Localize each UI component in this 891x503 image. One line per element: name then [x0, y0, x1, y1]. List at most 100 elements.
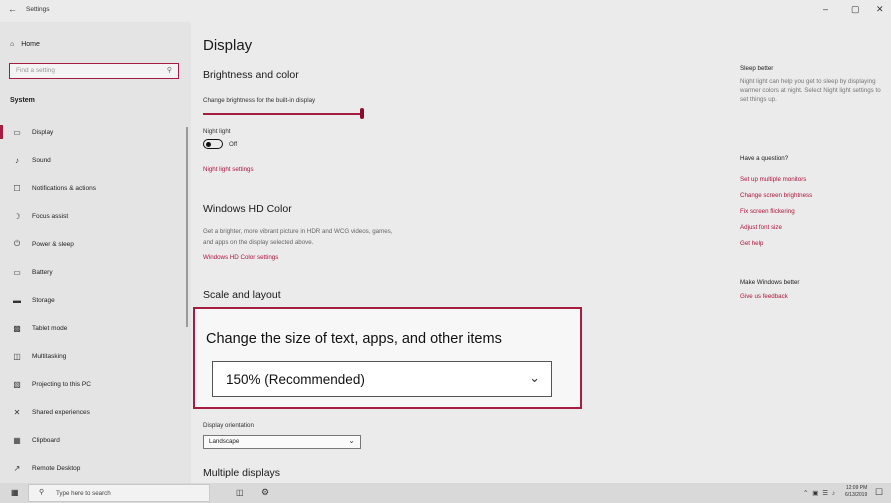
hd-color-settings-link[interactable]: Windows HD Color settings: [203, 254, 278, 261]
hd-color-desc-1: Get a brighter, more vibrant picture in …: [203, 228, 393, 235]
home-icon: ⌂: [10, 41, 15, 48]
hd-color-heading: Windows HD Color: [203, 203, 292, 215]
window-title: Settings: [26, 6, 50, 13]
gear-icon[interactable]: ⚙: [261, 487, 269, 498]
remote-icon: ↗: [13, 463, 21, 473]
notification-center-icon[interactable]: ☐: [875, 487, 883, 498]
sidebar-item-power-sleep[interactable]: ⏻ Power & sleep: [0, 230, 191, 258]
taskbar-search-box[interactable]: ⚲ Type here to search: [28, 484, 210, 502]
orientation-dropdown-value: Landscape: [209, 438, 240, 445]
chevron-down-icon: ⌄: [529, 370, 540, 385]
notification-icon: ☐: [13, 183, 21, 193]
close-button[interactable]: ✕: [876, 4, 884, 15]
sidebar-item-label: Display: [32, 128, 54, 136]
brightness-label: Change brightness for the built-in displ…: [203, 97, 316, 104]
clipboard-icon: ▦: [13, 435, 21, 445]
sidebar-item-battery[interactable]: ▭ Battery: [0, 258, 191, 286]
scale-heading: Scale and layout: [203, 289, 281, 301]
brightness-heading: Brightness and color: [203, 69, 299, 81]
link-multiple-monitors[interactable]: Set up multiple monitors: [740, 176, 806, 183]
sidebar-item-focus-assist[interactable]: ☽ Focus assist: [0, 202, 191, 230]
power-icon: ⏻: [13, 239, 21, 248]
speaker-icon: ♪: [15, 155, 19, 165]
sidebar-scrollbar[interactable]: [186, 127, 188, 327]
sidebar-item-display[interactable]: ▭ Display: [0, 118, 191, 146]
sidebar-section-heading: System: [10, 97, 35, 104]
sidebar-item-label: Battery: [32, 268, 53, 276]
taskbar-search-text: Type here to search: [56, 490, 111, 497]
search-icon: ⚲: [166, 67, 172, 74]
system-tray-icons[interactable]: ⌃ ▣ ☰ ♪: [803, 489, 836, 497]
moon-icon: ☽: [13, 211, 21, 221]
sidebar-item-label: Multitasking: [32, 352, 67, 360]
sidebar-item-label: Remote Desktop: [32, 464, 81, 472]
shared-icon: ✕: [13, 407, 21, 417]
taskbar: ▦ ⚲ Type here to search ◫ ⚙ ⌃ ▣ ☰ ♪ 12:0…: [0, 483, 891, 503]
scale-dropdown-value: 150% (Recommended): [226, 372, 365, 387]
clock-time: 12:09 PM: [845, 485, 868, 491]
sidebar-item-projecting[interactable]: ▧ Projecting to this PC: [0, 370, 191, 398]
main-content: Display Brightness and color Change brig…: [191, 22, 721, 483]
scale-highlight-box: Change the size of text, apps, and other…: [193, 307, 582, 409]
sidebar-item-label: Clipboard: [32, 436, 60, 444]
projecting-icon: ▧: [13, 379, 21, 389]
night-light-state: Off: [229, 141, 238, 148]
hd-color-desc-2: and apps on the display selected above.: [203, 239, 314, 246]
maximize-button[interactable]: ▢: [851, 4, 860, 15]
sidebar: ⌂ Home Find a setting ⚲ System ▭ Display…: [0, 22, 191, 483]
feedback-link[interactable]: Give us feedback: [740, 293, 788, 300]
night-light-settings-link[interactable]: Night light settings: [203, 166, 254, 173]
task-view-icon[interactable]: ◫: [236, 488, 244, 497]
search-setting-input[interactable]: Find a setting ⚲: [9, 63, 179, 79]
sidebar-home-label: Home: [21, 41, 40, 48]
sidebar-item-storage[interactable]: ▬ Storage: [0, 286, 191, 314]
sidebar-item-sound[interactable]: ♪ Sound: [0, 146, 191, 174]
battery-icon: ▭: [13, 267, 21, 277]
night-light-toggle[interactable]: [203, 139, 223, 149]
link-get-help[interactable]: Get help: [740, 240, 763, 247]
night-light-label: Night light: [203, 128, 231, 135]
tablet-icon: ▩: [13, 323, 21, 333]
sidebar-item-label: Sound: [32, 156, 51, 164]
clock-date: 6/13/2019: [845, 492, 868, 498]
question-heading: Have a question?: [740, 155, 789, 162]
orientation-dropdown[interactable]: Landscape ⌄: [203, 435, 361, 449]
search-placeholder: Find a setting: [16, 67, 56, 74]
sidebar-item-label: Focus assist: [32, 212, 69, 220]
sidebar-item-label: Tablet mode: [32, 324, 68, 332]
link-screen-flickering[interactable]: Fix screen flickering: [740, 208, 795, 215]
sidebar-item-label: Shared experiences: [32, 408, 90, 416]
related-panel: Sleep better Night light can help you ge…: [740, 22, 891, 483]
brightness-slider-thumb[interactable]: [360, 108, 364, 119]
sidebar-item-label: Power & sleep: [32, 240, 74, 248]
sidebar-home[interactable]: ⌂ Home: [10, 41, 40, 48]
sleep-better-text: Night light can help you get to sleep by…: [740, 78, 881, 103]
link-font-size[interactable]: Adjust font size: [740, 224, 782, 231]
search-icon: ⚲: [39, 489, 45, 496]
monitor-icon: ▭: [13, 127, 21, 137]
brightness-slider-track[interactable]: [203, 113, 362, 115]
sidebar-item-remote-desktop[interactable]: ↗ Remote Desktop: [0, 454, 191, 482]
chevron-down-icon: ⌄: [348, 436, 355, 445]
link-screen-brightness[interactable]: Change screen brightness: [740, 192, 812, 199]
sidebar-item-tablet-mode[interactable]: ▩ Tablet mode: [0, 314, 191, 342]
clock[interactable]: 12:09 PM 6/13/2019: [845, 485, 867, 499]
multitasking-icon: ◫: [13, 351, 21, 361]
windows-start-icon[interactable]: ▦: [11, 488, 19, 497]
scale-label: Change the size of text, apps, and other…: [206, 331, 502, 347]
multiple-displays-heading: Multiple displays: [203, 467, 281, 479]
sidebar-item-multitasking[interactable]: ◫ Multitasking: [0, 342, 191, 370]
sidebar-nav: ▭ Display ♪ Sound ☐ Notifications & acti…: [0, 118, 191, 482]
sidebar-item-notifications[interactable]: ☐ Notifications & actions: [0, 174, 191, 202]
page-title: Display: [203, 37, 253, 54]
back-arrow-icon[interactable]: ←: [8, 4, 17, 14]
orientation-label: Display orientation: [203, 422, 254, 429]
sidebar-item-label: Projecting to this PC: [32, 380, 91, 388]
sleep-better-heading: Sleep better: [740, 65, 774, 72]
make-better-heading: Make Windows better: [740, 279, 800, 286]
sidebar-item-clipboard[interactable]: ▦ Clipboard: [0, 426, 191, 454]
minimize-button[interactable]: –: [823, 4, 828, 14]
sidebar-item-label: Storage: [32, 296, 55, 304]
scale-dropdown[interactable]: 150% (Recommended) ⌄: [212, 361, 552, 397]
sidebar-item-shared-experiences[interactable]: ✕ Shared experiences: [0, 398, 191, 426]
